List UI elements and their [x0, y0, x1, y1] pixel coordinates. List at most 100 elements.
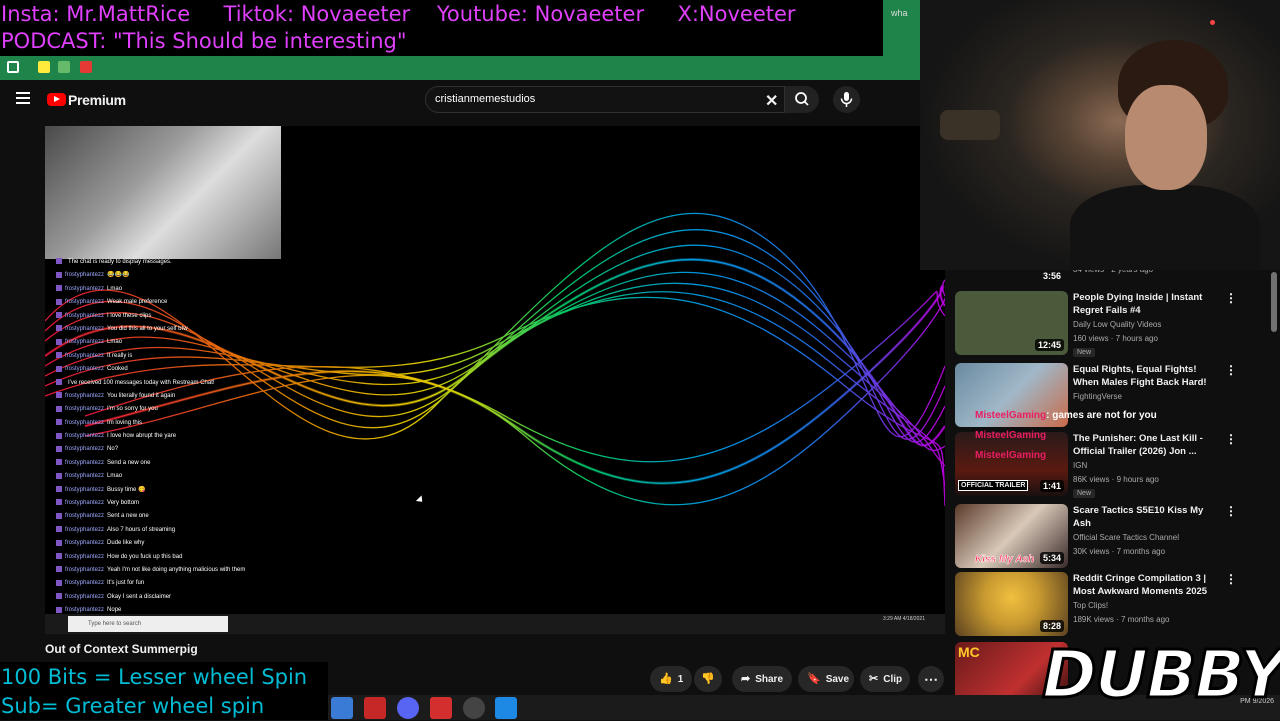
- chat-text: Yeah I'm not like doing anything malicio…: [107, 566, 246, 573]
- recommendation-item[interactable]: 8:28 Reddit Cringe Compilation 3 | Most …: [955, 572, 1275, 638]
- chat-text: Sent a new one: [107, 513, 149, 520]
- video-player[interactable]: The chat is ready to display messages. f…: [45, 126, 945, 634]
- chat-text: Cooked: [107, 366, 128, 373]
- platform-icon: [56, 512, 62, 519]
- chat-message: The chat is ready to display messages.: [45, 256, 285, 269]
- platform-icon: [56, 338, 62, 345]
- taskbar-app-icon[interactable]: [364, 697, 386, 719]
- dislike-button[interactable]: 👎: [694, 666, 722, 692]
- embedded-windows-taskbar: Type here to search 3:29 AM 4/18/2021: [45, 614, 945, 634]
- chat-text: It really is: [107, 352, 133, 359]
- stream-chat-overlay: MisteelGaming: games are not for you Mis…: [975, 406, 1195, 462]
- sidebar-scrollbar[interactable]: [1271, 272, 1277, 332]
- chat-username: frostyphantezz: [65, 312, 105, 319]
- platform-icon: [56, 378, 62, 385]
- chat-username: frostyphantezz: [65, 433, 105, 440]
- scissors-icon: ✂: [869, 673, 879, 685]
- duration-badge: 12:45: [1034, 339, 1064, 351]
- video-thumbnail[interactable]: 8:28: [955, 572, 1068, 636]
- share-button[interactable]: ➦ Share: [732, 666, 792, 692]
- chat-message: frostyphantezz 😂😂😂: [45, 269, 285, 282]
- clip-button[interactable]: ✂ Clip: [860, 666, 910, 692]
- voice-search-button[interactable]: [833, 86, 860, 113]
- partial-recommendation-duration: 3:56: [1043, 271, 1062, 281]
- hamburger-menu-icon[interactable]: [16, 92, 30, 104]
- chat-username: frostyphantezz: [65, 339, 105, 346]
- youtube-logo-icon[interactable]: [47, 93, 66, 106]
- thumbnail-caption: Kiss My Ash: [975, 554, 1035, 566]
- chat-username: frostyphantezz: [65, 272, 105, 279]
- chat-text: Im loving this: [107, 419, 143, 426]
- chat-username: frostyphantezz: [65, 580, 105, 587]
- more-actions-button[interactable]: ⋯: [918, 666, 944, 692]
- clip-label: Clip: [883, 674, 903, 685]
- overlay-chat-line: MisteelGaming: [975, 446, 1195, 466]
- chat-message: frostyphantezz Yeah I'm not like doing an…: [45, 564, 285, 577]
- more-vertical-icon[interactable]: ⋮: [1225, 572, 1237, 586]
- recommendation-title[interactable]: Scare Tactics S5E10 Kiss My Ash: [1073, 504, 1223, 530]
- red-extension-icon[interactable]: [80, 61, 92, 73]
- search-icon: [795, 92, 809, 106]
- chat-text: You did this all to your self btw: [107, 325, 188, 332]
- chat-username: frostyphantezz: [65, 566, 105, 573]
- embedded-taskbar-search: Type here to search: [68, 616, 228, 632]
- recommendation-item[interactable]: 12:45 People Dying Inside | Instant Regr…: [955, 291, 1275, 357]
- search-input[interactable]: cristianmemestudios: [435, 93, 535, 105]
- platform-icon: [56, 579, 62, 586]
- video-thumbnail[interactable]: Kiss My Ash 5:34: [955, 504, 1068, 568]
- like-button[interactable]: 👍 1: [650, 666, 692, 692]
- bolt-extension-icon[interactable]: [38, 61, 50, 73]
- taskbar-app-icon[interactable]: [430, 697, 452, 719]
- more-vertical-icon[interactable]: ⋮: [1225, 504, 1237, 518]
- channel-name[interactable]: Daily Low Quality Videos: [1073, 320, 1161, 329]
- chat-username: frostyphantezz: [65, 553, 105, 560]
- chat-message: frostyphantezz Weak male preference: [45, 296, 285, 309]
- search-button[interactable]: [785, 86, 819, 113]
- platform-icon: [56, 285, 62, 292]
- thumbnail-caption: MC: [958, 644, 980, 660]
- overlay-chat-username: MisteelGaming: [975, 450, 1047, 461]
- channel-name[interactable]: Top Clips!: [1073, 601, 1108, 610]
- recommendation-item[interactable]: Kiss My Ash 5:34 Scare Tactics S5E10 Kis…: [955, 504, 1275, 570]
- taskbar-app-icon[interactable]: [331, 697, 353, 719]
- chat-text: No?: [107, 446, 119, 453]
- channel-name[interactable]: FightingVerse: [1073, 392, 1122, 401]
- youtube-premium-logo[interactable]: Premium: [68, 92, 126, 108]
- platform-icon: [56, 419, 62, 426]
- save-button[interactable]: 🔖 Save: [798, 666, 854, 692]
- video-action-row: 👍 1 👎 ➦ Share 🔖 Save ✂ Clip ⋯: [650, 666, 945, 692]
- chat-message: frostyphantezz Bussy time 😋: [45, 484, 285, 497]
- thumbs-up-icon: 👍: [659, 673, 673, 685]
- chat-message: frostyphantezz Cooked: [45, 363, 285, 376]
- more-vertical-icon[interactable]: ⋮: [1225, 291, 1237, 305]
- chat-message: frostyphantezz Send a new one: [45, 457, 285, 470]
- apps-grid-icon[interactable]: [7, 61, 19, 73]
- overlay-chat-username: MisteelGaming: [975, 430, 1047, 441]
- channel-name[interactable]: Official Scare Tactics Channel: [1073, 533, 1179, 542]
- recommendation-title[interactable]: Reddit Cringe Compilation 3 | Most Awkwa…: [1073, 572, 1223, 598]
- chat-text: I love these clips: [107, 312, 152, 319]
- streamer-shirt: [1070, 185, 1260, 270]
- sheets-extension-icon[interactable]: [58, 61, 70, 73]
- chat-text: Nope: [107, 607, 122, 614]
- chat-username: frostyphantezz: [65, 459, 105, 466]
- video-title: Out of Context Summerpig: [45, 642, 198, 656]
- more-vertical-icon[interactable]: ⋮: [1225, 363, 1237, 377]
- chrome-icon[interactable]: [495, 697, 517, 719]
- recommendation-title[interactable]: Equal Rights, Equal Fights! When Males F…: [1073, 363, 1223, 389]
- bookmark-icon: 🔖: [807, 673, 821, 685]
- video-thumbnail[interactable]: 12:45: [955, 291, 1068, 355]
- more-vertical-icon[interactable]: ⋮: [1225, 432, 1237, 446]
- chat-message: frostyphantezz Dude like why: [45, 537, 285, 550]
- view-meta: 160 views · 7 hours ago: [1073, 334, 1158, 343]
- browser-tab-strip[interactable]: wha: [883, 0, 920, 56]
- obs-icon[interactable]: [463, 697, 485, 719]
- browser-tab-partial[interactable]: wha: [891, 8, 908, 18]
- recommendation-title[interactable]: People Dying Inside | Instant Regret Fai…: [1073, 291, 1223, 317]
- clear-search-icon[interactable]: ✕: [765, 91, 778, 111]
- discord-icon[interactable]: [397, 697, 419, 719]
- platform-icon: [56, 325, 62, 332]
- search-box[interactable]: cristianmemestudios ✕: [425, 86, 785, 113]
- chat-text: Weak male preference: [107, 299, 168, 306]
- chat-message: frostyphantezz Very bottom: [45, 497, 285, 510]
